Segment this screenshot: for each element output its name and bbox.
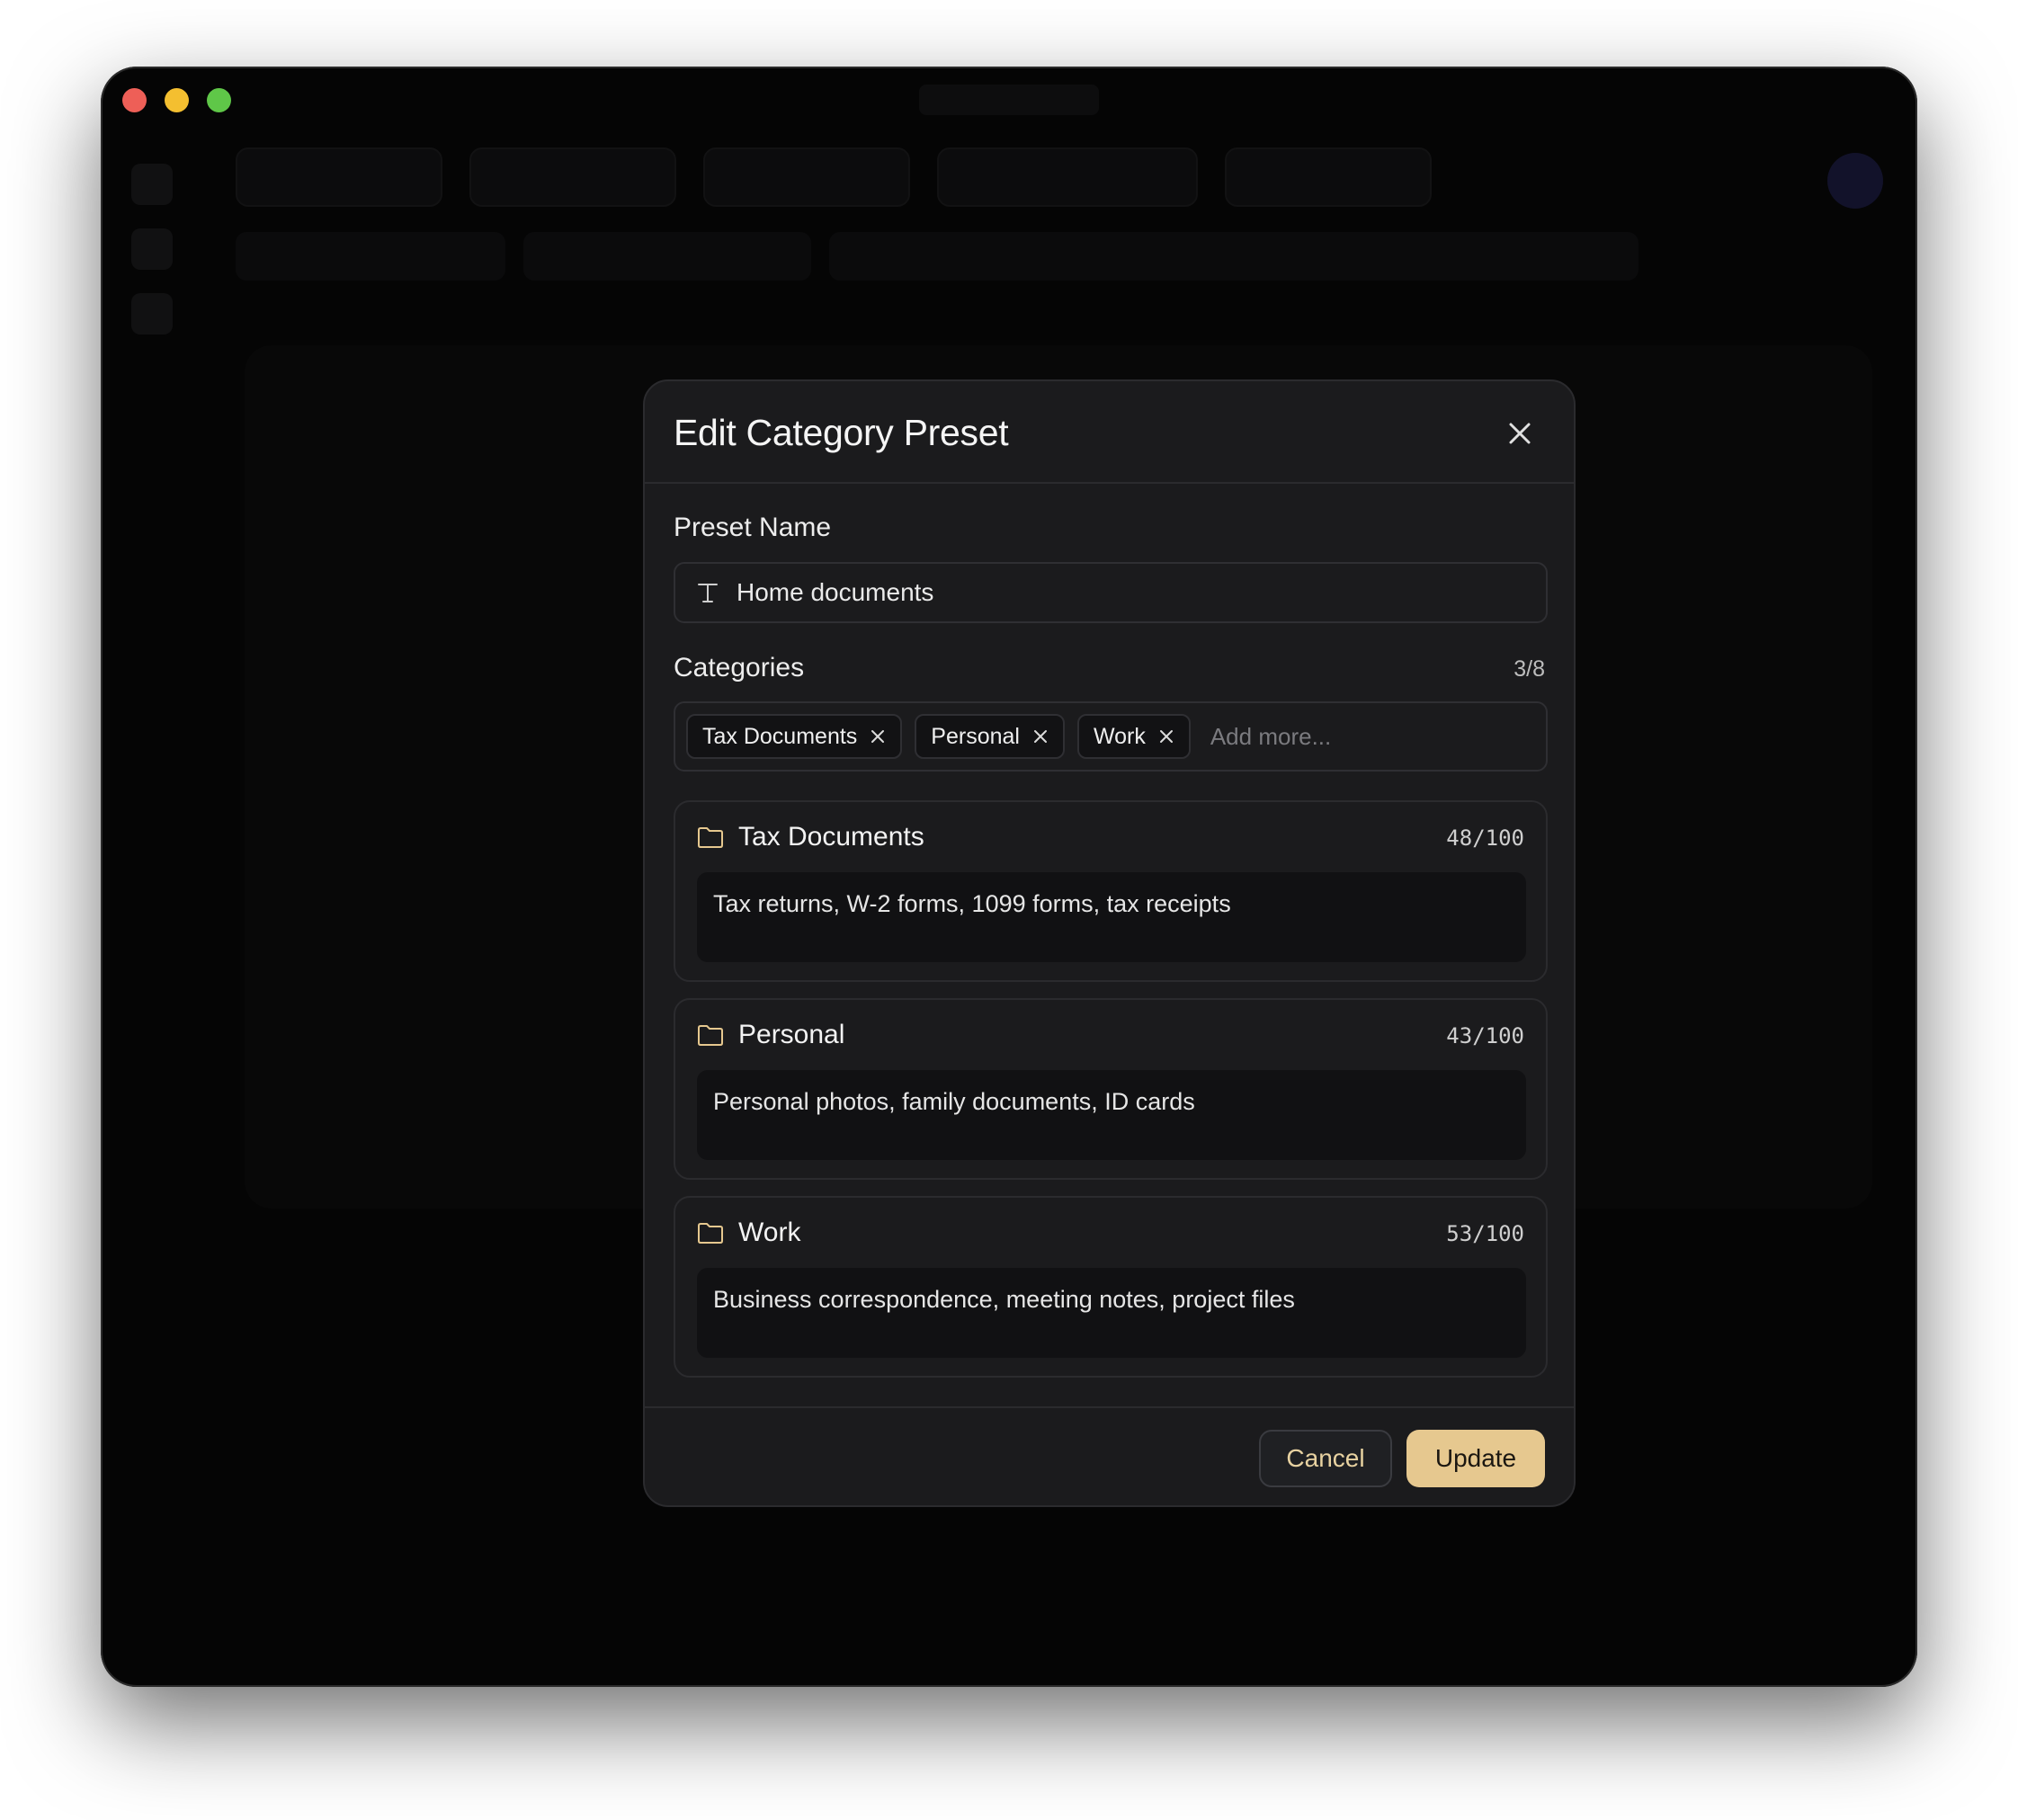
folder-icon — [698, 827, 723, 848]
background-toolbar — [829, 232, 1639, 281]
minimize-window-button[interactable] — [165, 88, 189, 112]
tag-label: Personal — [931, 723, 1020, 749]
remove-tag-icon[interactable] — [1158, 728, 1174, 745]
app-window: Edit Category Preset Preset Name Categor… — [101, 67, 1917, 1687]
categories-count: 3/8 — [1514, 656, 1545, 682]
close-window-button[interactable] — [122, 88, 147, 112]
folder-icon — [698, 1223, 723, 1244]
folder-icon — [698, 1025, 723, 1046]
background-tab — [937, 147, 1198, 207]
tag-label: Work — [1093, 723, 1146, 749]
category-tag[interactable]: Tax Documents — [686, 714, 903, 759]
background-sidebar-icon — [131, 228, 173, 270]
zoom-window-button[interactable] — [207, 88, 231, 112]
background-tab — [703, 147, 910, 207]
background-sidebar-icon — [131, 164, 173, 205]
tag-label: Tax Documents — [702, 723, 858, 749]
category-name: Tax Documents — [738, 822, 924, 852]
background-tab — [1225, 147, 1432, 207]
category-name: Personal — [738, 1020, 845, 1049]
background-avatar — [1827, 153, 1883, 209]
background-window-title — [919, 85, 1099, 115]
category-description-textarea[interactable]: Personal photos, family documents, ID ca… — [697, 1070, 1526, 1160]
background-toolbar — [236, 232, 505, 281]
categories-label: Categories — [674, 653, 805, 682]
preset-name-input[interactable] — [737, 578, 1510, 607]
edit-category-preset-dialog: Edit Category Preset Preset Name Categor… — [643, 379, 1576, 1507]
remove-tag-icon[interactable] — [870, 728, 886, 745]
background-tab — [236, 147, 442, 207]
category-card-personal: Personal 43/100 Personal photos, family … — [674, 998, 1548, 1180]
category-card-tax-documents: Tax Documents 48/100 Tax returns, W-2 fo… — [674, 800, 1548, 982]
background-tab — [469, 147, 676, 207]
character-count: 48/100 — [1446, 825, 1524, 851]
update-button[interactable]: Update — [1406, 1430, 1545, 1487]
category-tags-input[interactable]: Tax Documents Personal Work — [674, 701, 1548, 772]
cancel-button[interactable]: Cancel — [1259, 1430, 1392, 1487]
remove-tag-icon[interactable] — [1032, 728, 1049, 745]
category-description-textarea[interactable]: Business correspondence, meeting notes, … — [697, 1268, 1526, 1358]
category-card-work: Work 53/100 Business correspondence, mee… — [674, 1196, 1548, 1378]
category-tag[interactable]: Personal — [915, 714, 1065, 759]
preset-name-label: Preset Name — [674, 513, 832, 542]
background-sidebar-icon — [131, 293, 173, 335]
add-category-input[interactable] — [1210, 722, 1480, 751]
preset-name-field[interactable] — [674, 562, 1548, 623]
character-count: 43/100 — [1446, 1023, 1524, 1048]
dialog-header: Edit Category Preset — [645, 381, 1574, 484]
close-dialog-button[interactable] — [1502, 415, 1538, 451]
character-count: 53/100 — [1446, 1221, 1524, 1246]
category-name: Work — [738, 1218, 801, 1247]
window-controls — [122, 88, 231, 112]
close-icon — [1509, 423, 1531, 444]
text-type-icon — [698, 584, 718, 602]
dialog-title: Edit Category Preset — [674, 412, 1009, 453]
dialog-footer: Cancel Update — [645, 1406, 1574, 1505]
category-tag[interactable]: Work — [1076, 714, 1191, 759]
background-toolbar — [523, 232, 811, 281]
category-description-textarea[interactable]: Tax returns, W-2 forms, 1099 forms, tax … — [697, 872, 1526, 962]
